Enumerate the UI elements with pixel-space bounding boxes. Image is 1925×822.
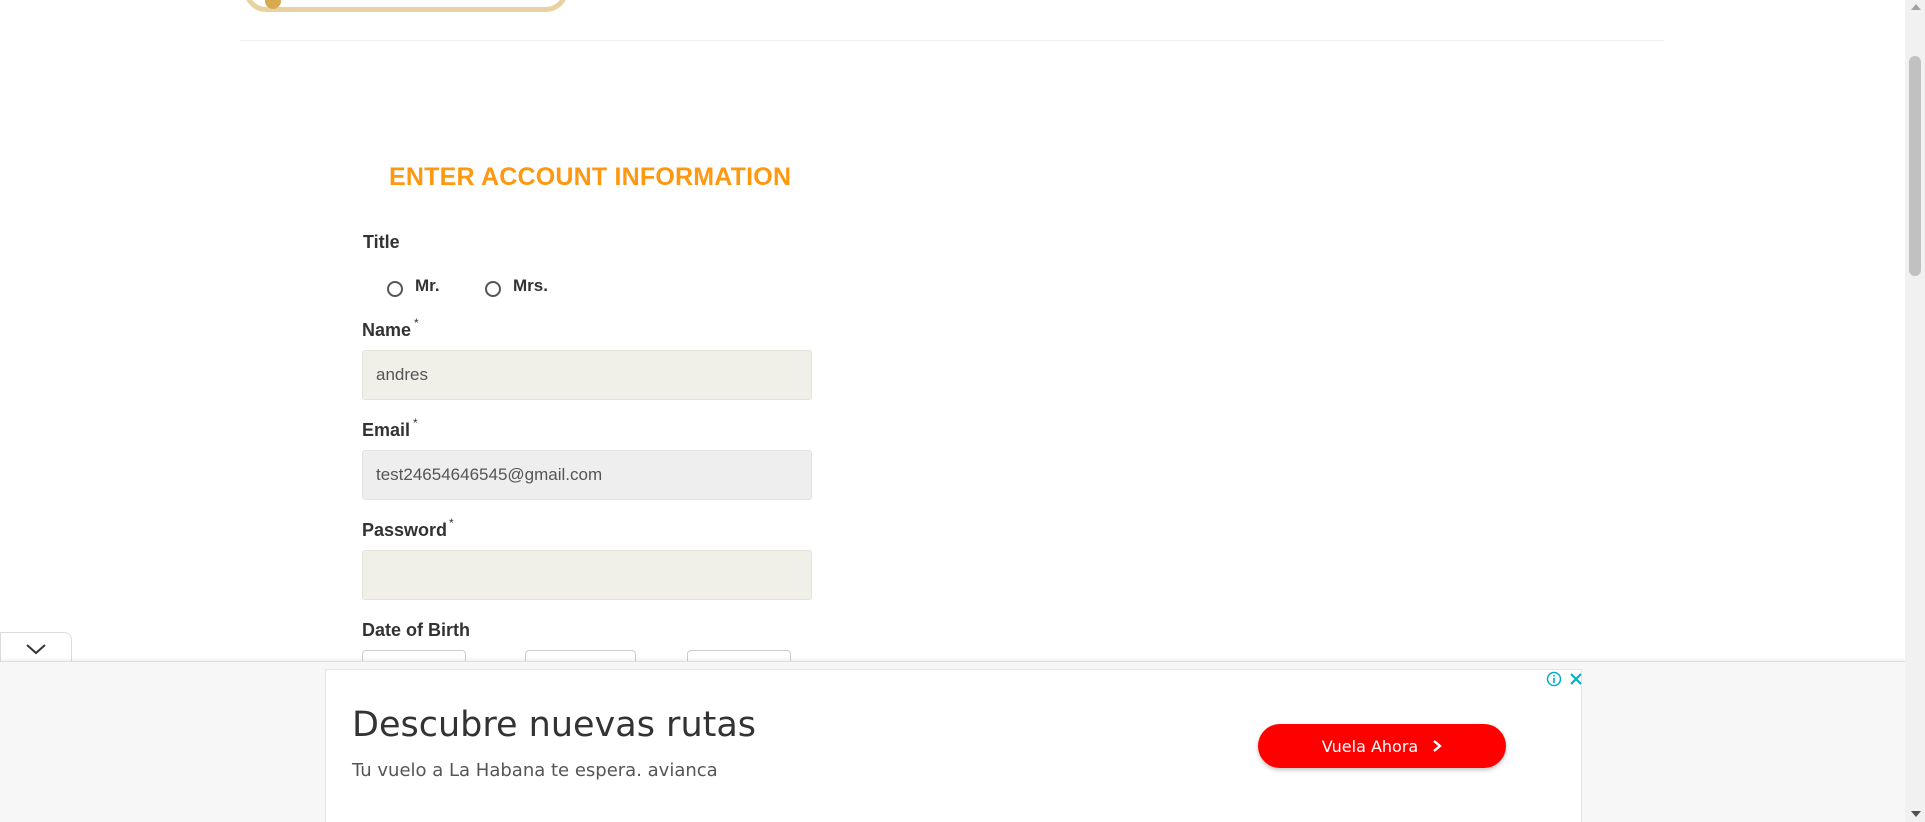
title-option-mr[interactable]: Mr. <box>387 276 440 299</box>
dob-label: Date of Birth <box>362 620 470 640</box>
radio-mrs[interactable] <box>485 281 501 297</box>
ad-cta-button[interactable]: Vuela Ahora <box>1258 724 1506 768</box>
email-required-mark: * <box>413 416 418 430</box>
radio-mrs-label: Mrs. <box>513 276 548 295</box>
name-field[interactable]: andres <box>362 350 812 400</box>
password-label: Password <box>362 520 448 540</box>
ad-subline[interactable]: Tu vuelo a La Habana te espera. avianca <box>352 760 718 781</box>
ad-headline[interactable]: Descubre nuevas rutas <box>352 705 756 745</box>
ad-cta-label: Vuela Ahora <box>1321 736 1419 756</box>
header-divider <box>240 40 1664 41</box>
name-label: Name <box>362 320 412 340</box>
ad-collapse-tab[interactable] <box>0 632 72 662</box>
title-option-mrs[interactable]: Mrs. <box>485 276 548 299</box>
close-icon[interactable] <box>1567 670 1585 688</box>
name-required-mark: * <box>414 316 419 330</box>
ad-banner: Descubre nuevas rutas Tu vuelo a La Haba… <box>0 661 1905 822</box>
email-label: Email <box>362 420 411 440</box>
chevron-down-icon[interactable] <box>25 643 47 655</box>
title-label: Title <box>363 232 400 252</box>
scroll-up-arrow-icon[interactable] <box>1911 4 1921 10</box>
password-required-mark: * <box>449 516 454 530</box>
email-field[interactable]: test24654646545@gmail.com <box>362 450 812 500</box>
radio-mr-label: Mr. <box>415 276 440 295</box>
password-field[interactable] <box>362 550 812 600</box>
logo-mark <box>265 0 281 9</box>
page: ENTER ACCOUNT INFORMATION Title Mr. Mrs.… <box>0 0 1905 822</box>
info-icon[interactable] <box>1545 670 1563 688</box>
vertical-scrollbar[interactable] <box>1905 0 1925 822</box>
scroll-down-arrow-icon[interactable] <box>1911 811 1921 817</box>
form-heading: ENTER ACCOUNT INFORMATION <box>389 163 792 191</box>
ad-card[interactable]: Descubre nuevas rutas Tu vuelo a La Haba… <box>325 669 1582 822</box>
chevron-right-icon <box>1433 740 1443 752</box>
site-logo[interactable] <box>244 0 568 12</box>
radio-mr[interactable] <box>387 281 403 297</box>
scrollbar-thumb[interactable] <box>1909 56 1921 276</box>
